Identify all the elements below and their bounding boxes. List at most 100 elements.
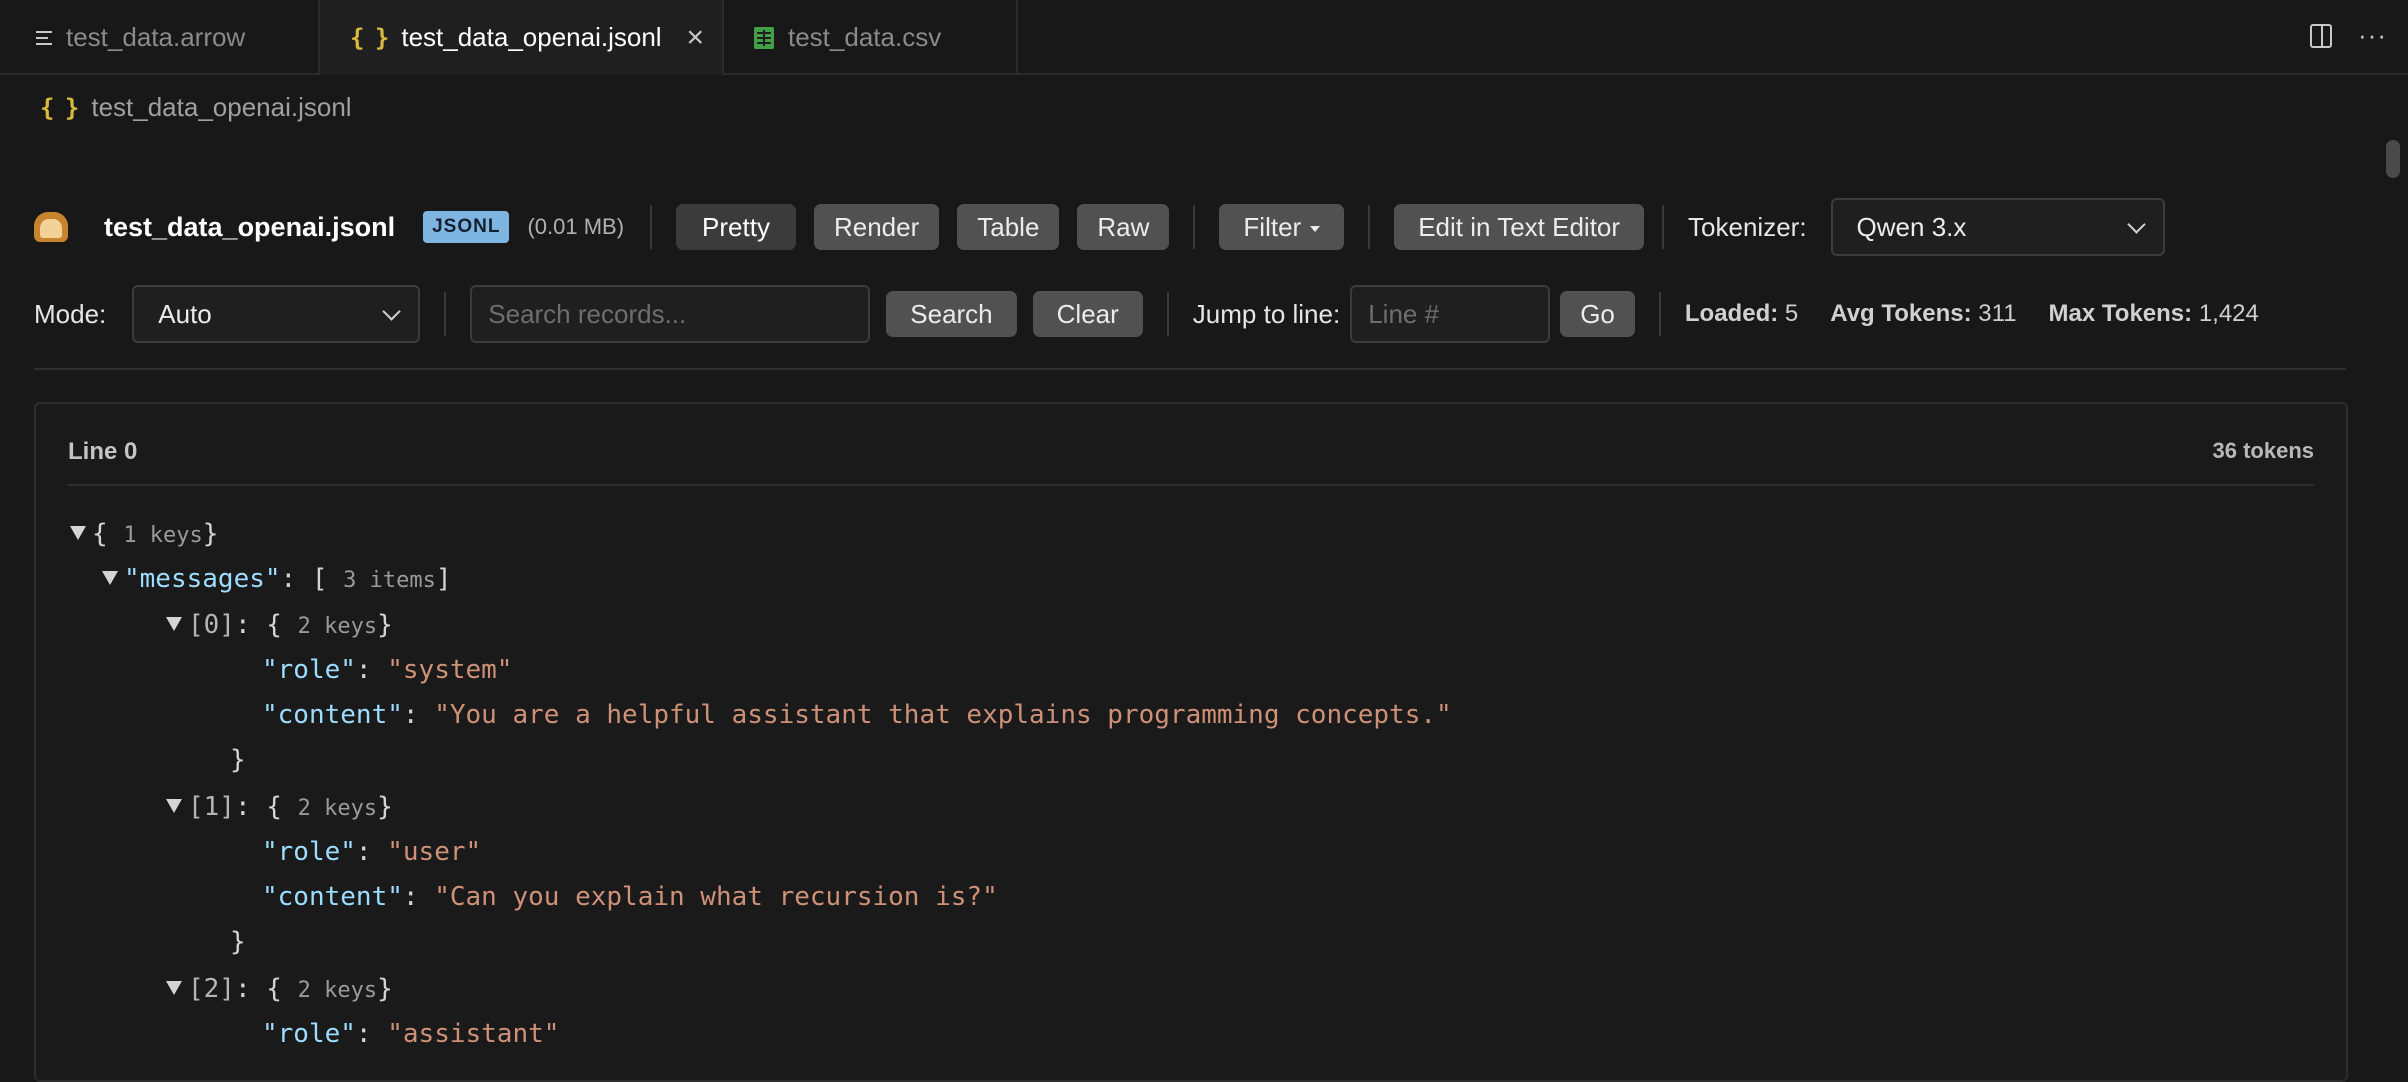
tab-label: test_data.arrow (66, 22, 246, 52)
json-field-content: "content": "Can you explain what recursi… (262, 877, 998, 917)
avg-tokens-value: 311 (1978, 300, 2017, 327)
tokenizer-select[interactable]: Qwen 3.x (1830, 198, 2165, 256)
divider (1658, 292, 1661, 336)
braces-icon: { } (40, 93, 79, 122)
bracket-close: ] (435, 564, 452, 594)
brace-close: } (377, 974, 393, 1004)
array-index: [2] (188, 974, 235, 1004)
table-view-button[interactable]: Table (957, 204, 1060, 250)
node-meta: 2 keys (297, 614, 378, 639)
json-key: "content" (262, 700, 403, 730)
json-key: "role" (262, 837, 356, 867)
caret-down-icon (1310, 226, 1321, 232)
split-editor-icon[interactable] (2310, 24, 2332, 48)
loaded-label: Loaded: (1684, 300, 1779, 327)
mode-label: Mode: (34, 298, 107, 329)
brace-close: } (377, 792, 393, 822)
colon: : (402, 882, 419, 912)
record-card: Line 0 36 tokens { 1 keys} "messages": [… (34, 402, 2348, 1082)
max-tokens-label: Max Tokens: (2048, 300, 2193, 327)
json-key: "role" (262, 1019, 356, 1049)
json-array-item[interactable]: [2]: { 2 keys} (166, 969, 393, 1009)
pretty-view-button[interactable]: Pretty (676, 204, 796, 250)
chevron-down-icon (2126, 214, 2146, 234)
array-index: [0] (188, 610, 235, 640)
brace-open: { (266, 610, 282, 640)
avg-tokens-stat: Avg Tokens: 311 (1830, 300, 2016, 328)
collapse-triangle-icon[interactable] (166, 980, 182, 995)
loaded-value: 5 (1784, 300, 1799, 327)
colon: : (234, 974, 251, 1004)
json-key: "content" (262, 882, 403, 912)
colon: : (234, 792, 251, 822)
breadcrumb[interactable]: { } test_data_openai.jsonl (40, 92, 352, 123)
viewer-toolbar: test_data_openai.jsonl JSONL (0.01 MB) P… (34, 196, 2165, 258)
editor-actions: ··· (2310, 22, 2387, 48)
array-index: [1] (188, 792, 235, 822)
tab-label: test_data.csv (788, 22, 942, 52)
collapse-triangle-icon[interactable] (70, 525, 86, 540)
clear-button[interactable]: Clear (1032, 291, 1143, 337)
line-number-input[interactable]: Line # (1350, 285, 1551, 343)
more-actions-icon[interactable]: ··· (2358, 22, 2387, 48)
tab-test-data-openai-jsonl[interactable]: { } test_data_openai.jsonl × (320, 0, 724, 75)
brace-close: } (377, 610, 393, 640)
raw-view-button[interactable]: Raw (1077, 204, 1170, 250)
loaded-stat: Loaded: 5 (1685, 300, 1798, 328)
record-line-label: Line 0 (68, 438, 138, 465)
render-view-button[interactable]: Render (813, 204, 940, 250)
search-input[interactable]: Search records... (470, 285, 871, 343)
tokenizer-label: Tokenizer: (1688, 211, 1807, 242)
search-toolbar: Mode: Auto Search records... Search Clea… (34, 283, 2291, 345)
lines-icon (36, 30, 52, 45)
scrollbar-thumb[interactable] (2386, 140, 2400, 178)
colon: : (355, 1019, 372, 1049)
file-title: test_data_openai.jsonl (104, 211, 396, 242)
brace-open: { (266, 792, 282, 822)
json-field-content: "content": "You are a helpful assistant … (262, 695, 1452, 735)
tab-test-data-csv[interactable]: test_data.csv (724, 0, 1018, 75)
brace-open: { (266, 974, 282, 1004)
mode-value: Auto (158, 298, 212, 329)
search-button[interactable]: Search (886, 291, 1017, 337)
brace-close: } (230, 745, 246, 775)
colon: : (280, 564, 297, 594)
chevron-down-icon (382, 301, 401, 321)
file-size: (0.01 MB) (527, 214, 625, 239)
collapse-triangle-icon[interactable] (166, 798, 182, 813)
line-number-placeholder: Line # (1368, 298, 1440, 329)
json-root-node[interactable]: { 1 keys} (70, 514, 218, 554)
mode-select[interactable]: Auto (132, 285, 421, 343)
max-tokens-value: 1,424 (2198, 300, 2259, 327)
edit-in-text-editor-button[interactable]: Edit in Text Editor (1394, 204, 1645, 250)
json-key: "messages" (124, 564, 281, 594)
colon: : (355, 655, 372, 685)
format-badge: JSONL (423, 211, 510, 243)
breadcrumb-label: test_data_openai.jsonl (91, 92, 352, 122)
search-placeholder: Search records... (488, 298, 687, 329)
filter-dropdown-button[interactable]: Filter (1219, 204, 1345, 250)
record-header: Line 0 36 tokens (68, 438, 2314, 486)
brace-open: { (92, 519, 108, 549)
go-button[interactable]: Go (1560, 291, 1635, 337)
avg-tokens-label: Avg Tokens: (1830, 300, 1972, 327)
filter-label: Filter (1243, 211, 1302, 242)
tab-test-data-arrow[interactable]: test_data.arrow (0, 0, 320, 75)
json-field-role: "role": "system" (262, 650, 512, 690)
json-string-value: "assistant" (387, 1019, 560, 1049)
bread-logo-icon (34, 212, 68, 242)
json-string-value: "Can you explain what recursion is?" (434, 882, 998, 912)
json-array-item[interactable]: [0]: { 2 keys} (166, 605, 393, 645)
collapse-triangle-icon[interactable] (166, 616, 182, 631)
divider (1193, 205, 1196, 249)
collapse-triangle-icon[interactable] (102, 570, 118, 585)
tokenizer-value: Qwen 3.x (1856, 211, 1967, 242)
table-icon (754, 26, 774, 49)
divider (1662, 205, 1665, 249)
node-meta: 2 keys (297, 978, 378, 1003)
json-messages-node[interactable]: "messages": [ 3 items] (102, 559, 452, 599)
close-icon[interactable]: × (686, 21, 704, 55)
json-field-role: "role": "assistant" (262, 1014, 559, 1054)
bracket-open: [ (311, 564, 328, 594)
json-array-item[interactable]: [1]: { 2 keys} (166, 787, 393, 827)
